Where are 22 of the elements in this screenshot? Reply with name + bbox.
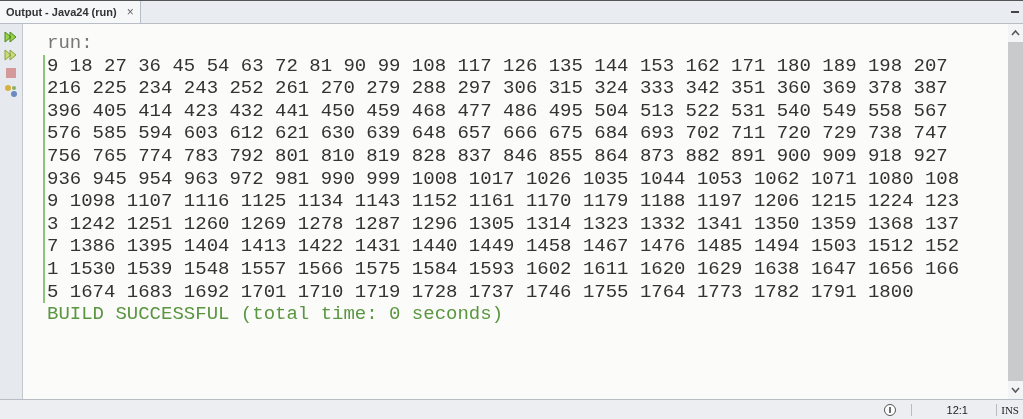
output-line: 7 1386 1395 1404 1413 1422 1431 1440 1449 1458 1467 1476 1485 1494 1503 1512 152 [47, 235, 960, 258]
stop-icon[interactable] [4, 66, 18, 80]
rerun-icon[interactable] [4, 30, 18, 44]
output-line: 936 945 954 963 972 981 990 999 1008 1017 1026 1035 1044 1053 1062 1071 1080 108 [47, 167, 960, 190]
output-line: 756 765 774 783 792 801 810 819 828 837 846 855 864 873 882 891 900 909 918 927 [47, 144, 948, 167]
output-line: 1 1530 1539 1548 1557 1566 1575 1584 1593 1602 1611 1620 1629 1638 1647 1656 166 [47, 257, 960, 280]
output-line: 9 1098 1107 1116 1125 1134 1143 1152 1161 1170 1179 1188 1197 1206 1215 1224 123 [47, 190, 960, 213]
rerun-icon[interactable] [4, 48, 18, 62]
output-line: 9 18 27 36 45 54 63 72 81 90 99 108 117 126 135 144 153 162 171 180 189 198 207 [47, 54, 948, 77]
output-line: 5 1674 1683 1692 1701 1710 1719 1728 1737 1746 1755 1764 1773 1782 1791 1800 [47, 280, 914, 303]
caret-position: 12:1 [911, 403, 983, 416]
scrollbar[interactable] [1008, 24, 1023, 399]
notification-icon[interactable] [883, 402, 898, 417]
close-icon[interactable]: × [126, 5, 134, 19]
output-tab[interactable]: Output - Java24 (run) × [0, 1, 141, 23]
output-line: 396 405 414 423 432 441 450 459 468 477 486 495 504 513 522 531 540 549 558 567 [47, 99, 948, 122]
build-status: BUILD SUCCESSFUL (total time: 0 seconds) [47, 303, 504, 326]
output-line: 576 585 594 603 612 621 630 639 648 657 666 675 684 693 702 711 720 729 738 747 [47, 122, 948, 145]
output-line: run: [47, 32, 93, 54]
output-line: 216 225 234 243 252 261 270 279 288 297 306 315 324 333 342 351 360 369 378 387 [47, 77, 948, 100]
output-line: 3 1242 1251 1260 1269 1278 1287 1296 1305 1314 1323 1332 1341 1350 1359 1368 137 [47, 212, 960, 235]
insert-mode: INS [996, 403, 1023, 416]
